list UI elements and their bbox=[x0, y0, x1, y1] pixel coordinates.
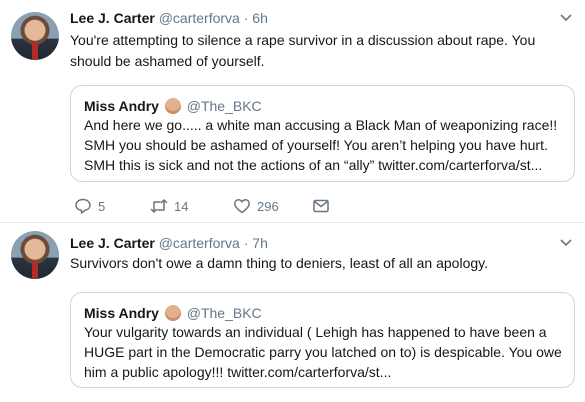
author-handle[interactable]: @carterforva bbox=[159, 10, 240, 26]
timestamp[interactable]: 7h bbox=[252, 235, 268, 251]
tweet-text: Survivors don't owe a damn thing to deni… bbox=[70, 255, 488, 271]
tweet-header: Lee J. Carter @carterforva · 6h bbox=[70, 9, 268, 27]
separator: · bbox=[243, 10, 249, 26]
author-name[interactable]: Lee J. Carter bbox=[70, 235, 155, 251]
author-handle[interactable]: @carterforva bbox=[159, 235, 240, 251]
quote-header: Miss Andry @The_BKC bbox=[84, 97, 262, 115]
avatar[interactable] bbox=[11, 12, 59, 60]
reply-button[interactable]: 5 bbox=[74, 196, 105, 216]
like-count: 296 bbox=[257, 198, 279, 214]
quoted-tweet[interactable]: Miss Andry @The_BKC Your vulgarity towar… bbox=[70, 292, 575, 388]
author-name[interactable]: Lee J. Carter bbox=[70, 10, 155, 26]
chevron-down-icon[interactable] bbox=[559, 10, 573, 24]
tweet-header: Lee J. Carter @carterforva · 7h bbox=[70, 234, 268, 252]
retweet-count: 14 bbox=[174, 198, 189, 214]
quote-author-name: Miss Andry bbox=[84, 305, 159, 321]
quote-author-handle: @The_BKC bbox=[186, 98, 262, 114]
tweet[interactable]: Lee J. Carter @carterforva · 7h Survivor… bbox=[0, 223, 585, 402]
quote-author-handle: @The_BKC bbox=[186, 305, 262, 321]
heart-icon bbox=[234, 198, 250, 214]
separator: · bbox=[243, 235, 249, 251]
quote-author-name: Miss Andry bbox=[84, 98, 159, 114]
reply-count: 5 bbox=[98, 198, 106, 214]
quoted-tweet[interactable]: Miss Andry @The_BKC And here we go..... … bbox=[70, 85, 575, 182]
quote-text: And here we go..... a white man accusing… bbox=[84, 117, 558, 173]
timestamp[interactable]: 6h bbox=[252, 10, 268, 26]
quote-header: Miss Andry @The_BKC bbox=[84, 304, 262, 322]
tweet[interactable]: Lee J. Carter @carterforva · 6h You're a… bbox=[0, 0, 585, 223]
retweet-button[interactable]: 14 bbox=[150, 196, 188, 216]
retweet-icon bbox=[150, 199, 168, 213]
quote-text: Your vulgarity towards an individual ( L… bbox=[84, 324, 562, 380]
chevron-down-icon[interactable] bbox=[559, 235, 573, 249]
like-button[interactable]: 296 bbox=[233, 196, 279, 216]
fist-emoji-icon bbox=[164, 98, 181, 114]
fist-emoji-icon bbox=[164, 305, 181, 321]
envelope-icon bbox=[313, 199, 329, 213]
avatar[interactable] bbox=[11, 231, 59, 279]
tweet-text: You're attempting to silence a rape surv… bbox=[70, 32, 536, 69]
direct-message-button[interactable] bbox=[312, 196, 330, 216]
reply-icon bbox=[75, 198, 91, 214]
